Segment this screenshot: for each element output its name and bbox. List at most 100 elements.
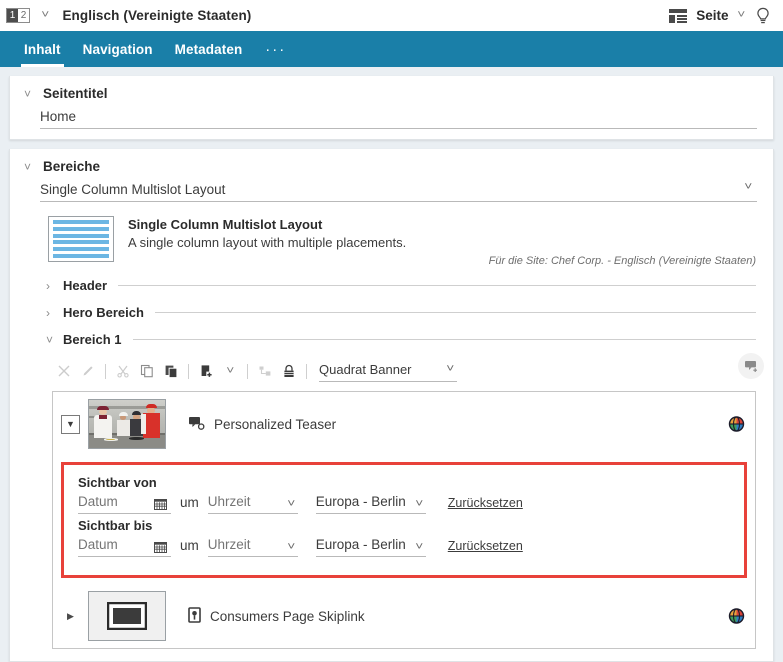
copy-icon[interactable] <box>135 360 159 382</box>
new-content-chevron-down-icon[interactable]: ˅ <box>218 360 242 382</box>
globe-icon[interactable] <box>728 416 745 433</box>
section-header[interactable]: › Header <box>10 272 773 299</box>
delete-icon[interactable] <box>52 360 76 382</box>
areas-twisty-icon[interactable]: ˅ <box>24 160 34 174</box>
kitchen-chefs-photo <box>89 400 165 448</box>
layout-preview-title: Single Column Multislot Layout <box>128 217 406 232</box>
placeholder-image-icon <box>107 602 147 630</box>
tab-bar: Inhalt Navigation Metadaten ··· <box>0 31 783 67</box>
content-item-title: Personalized Teaser <box>214 417 336 432</box>
content-type-select[interactable] <box>319 360 457 382</box>
visible-to-time-chevron-down-icon[interactable]: ˅ <box>288 541 296 553</box>
visible-to-label: Sichtbar bis <box>78 518 730 533</box>
personalized-teaser-icon <box>188 415 205 434</box>
content-item-title: Consumers Page Skiplink <box>210 609 365 624</box>
topbar-chevron-down-icon[interactable]: ˅ <box>41 10 49 21</box>
cut-icon[interactable] <box>111 360 135 382</box>
section-header-rule <box>118 285 756 286</box>
page-number-left: 1 <box>7 9 18 22</box>
table-row[interactable]: ▼ <box>53 392 755 456</box>
section-hero[interactable]: › Hero Bereich <box>10 299 773 326</box>
content-type-select-wrap: ˅ <box>319 360 457 382</box>
section-bereich-1-rule <box>133 339 756 340</box>
visible-from-time-chevron-down-icon[interactable]: ˅ <box>288 498 296 510</box>
content-item-label-group: Consumers Page Skiplink <box>188 607 365 626</box>
add-comment-icon[interactable] <box>738 353 764 379</box>
content-thumbnail-placeholder[interactable] <box>88 591 166 641</box>
section-bereich-1[interactable]: ˅ Bereich 1 <box>10 326 773 353</box>
section-bereich-1-twisty-icon[interactable]: ˅ <box>46 333 56 347</box>
link-hierarchy-icon[interactable] <box>253 360 277 382</box>
tab-inhalt[interactable]: Inhalt <box>13 31 72 67</box>
layout-preview-description: A single column layout with multiple pla… <box>128 235 406 250</box>
topbar-right-group: Seite ˅ <box>669 6 773 26</box>
toolbar-separator-4 <box>306 364 307 379</box>
areas-card-label: Bereiche <box>43 159 100 174</box>
tab-overflow-button[interactable]: ··· <box>253 31 298 67</box>
layout-site-note: Für die Site: Chef Corp. - Englisch (Ver… <box>489 255 756 267</box>
visible-from-row: um ˅ ˅ Zurücksetzen <box>78 492 730 514</box>
section-header-twisty-icon[interactable]: › <box>46 279 56 293</box>
toolbar-separator-2 <box>188 364 189 379</box>
layout-select-row: ˅ <box>10 178 773 210</box>
visible-from-date-field <box>78 492 171 514</box>
visible-to-row: um ˅ ˅ Zurücksetzen <box>78 535 730 557</box>
section-hero-twisty-icon[interactable]: › <box>46 306 56 320</box>
visible-to-timezone-field: ˅ <box>316 535 426 557</box>
visible-to-date-field <box>78 535 171 557</box>
areas-card-header[interactable]: ˅ Bereiche <box>10 149 773 178</box>
page-title-input[interactable] <box>40 107 757 129</box>
visibility-highlight-box: Sichtbar von um <box>61 462 747 578</box>
visible-to-timezone-input[interactable] <box>316 535 426 557</box>
page-layout-icon[interactable] <box>669 9 687 23</box>
visible-to-timezone-chevron-down-icon[interactable]: ˅ <box>416 541 424 553</box>
layout-thumbnail-icon <box>48 216 114 262</box>
calendar-icon[interactable] <box>154 498 167 510</box>
content-thumbnail-kitchen[interactable] <box>88 399 166 449</box>
calendar-icon[interactable] <box>154 541 167 553</box>
row-expand-handle[interactable]: ▼ <box>61 415 80 434</box>
page-title-card-header[interactable]: ˅ Seitentitel <box>10 76 773 105</box>
layout-select-chevron-down-icon[interactable]: ˅ <box>744 181 752 193</box>
layout-preview: Single Column Multislot Layout A single … <box>10 210 773 272</box>
visible-from-timezone-chevron-down-icon[interactable]: ˅ <box>416 498 424 510</box>
tab-navigation[interactable]: Navigation <box>72 31 164 67</box>
content-item-label-group: Personalized Teaser <box>188 415 336 434</box>
page-number-icon[interactable]: 1 2 <box>6 8 30 23</box>
visible-from-um-label: um <box>180 495 199 510</box>
table-row[interactable]: ▶ Consumers Page Skiplink <box>53 584 755 648</box>
section-hero-label: Hero Bereich <box>63 305 144 320</box>
content-toolbar: ˅ ˅ <box>52 357 756 385</box>
lightbulb-icon[interactable] <box>753 6 773 26</box>
view-mode-chevron-down-icon[interactable]: ˅ <box>737 10 745 21</box>
visible-from-time-field: ˅ <box>208 492 298 514</box>
paste-icon[interactable] <box>159 360 183 382</box>
visible-from-time-input[interactable] <box>208 492 298 514</box>
skiplink-icon <box>188 607 201 626</box>
row-collapse-handle[interactable]: ▶ <box>61 611 80 622</box>
page-title-card-label: Seitentitel <box>43 86 108 101</box>
new-content-icon[interactable] <box>194 360 218 382</box>
globe-icon[interactable] <box>728 608 745 625</box>
visible-from-timezone-input[interactable] <box>316 492 426 514</box>
visible-to-time-input[interactable] <box>208 535 298 557</box>
visible-from-reset-link[interactable]: Zurücksetzen <box>448 496 523 510</box>
areas-card: ˅ Bereiche ˅ Single Column Multislot Lay… <box>9 149 774 662</box>
visible-from-group: Sichtbar von um <box>78 475 730 514</box>
visible-to-time-field: ˅ <box>208 535 298 557</box>
page-title-twisty-icon[interactable]: ˅ <box>24 87 34 101</box>
toolbar-separator-1 <box>105 364 106 379</box>
visible-to-reset-link[interactable]: Zurücksetzen <box>448 539 523 553</box>
top-bar: 1 2 ˅ Englisch (Vereinigte Staaten) Seit… <box>0 0 783 31</box>
visible-from-label: Sichtbar von <box>78 475 730 490</box>
content-type-chevron-down-icon[interactable]: ˅ <box>446 363 454 375</box>
layout-select[interactable] <box>40 180 757 202</box>
page-title-field-row <box>10 105 773 139</box>
toolbar-separator-3 <box>247 364 248 379</box>
edit-icon[interactable] <box>76 360 100 382</box>
view-mode-label[interactable]: Seite <box>696 8 728 23</box>
visible-from-timezone-field: ˅ <box>316 492 426 514</box>
page-number-right: 2 <box>18 9 29 22</box>
tab-metadaten[interactable]: Metadaten <box>164 31 254 67</box>
lock-icon[interactable] <box>277 360 301 382</box>
